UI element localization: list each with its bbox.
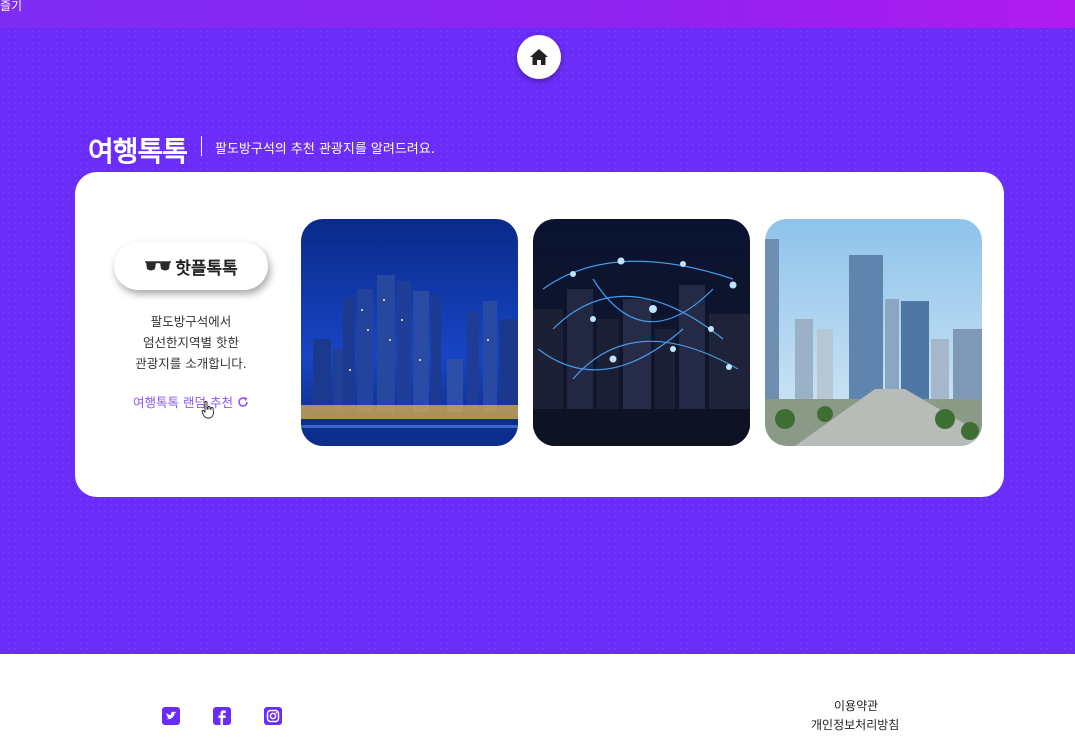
refresh-icon [238,396,248,407]
title-divider [201,136,202,156]
privacy-policy-link[interactable]: 개인정보처리방침 [811,716,899,733]
description-line: 팔도방구석에서 [150,314,232,329]
description-line: 관광지를 소개합니다. [135,356,247,371]
card-description: 팔도방구석에서 엄선한지역별 핫한 관광지를 소개합니다. [114,311,268,374]
random-recommend-link[interactable]: 여행톡톡 랜덤 추천 [133,392,249,411]
page-title: 여행톡톡 [88,135,188,168]
description-line: 엄선한지역별 핫한 [143,335,239,350]
daytime-city-photo[interactable] [765,219,982,446]
instagram-icon[interactable] [264,707,282,725]
page-subtitle: 팔도방구석의 추천 관광지를 알려드려요. [215,142,435,157]
twitter-icon[interactable] [162,707,180,725]
terms-link[interactable]: 이용약관 [834,697,878,714]
top-bar: 즐기 [0,0,1075,28]
home-icon [530,49,548,65]
hotplace-button-label: 핫플톡톡 [175,258,238,279]
night-city-skyline-photo[interactable] [301,219,518,446]
facebook-icon[interactable] [213,707,231,725]
top-bar-text: 즐기 [0,0,23,13]
hand-cursor-icon [201,401,214,419]
network-city-photo[interactable] [533,219,750,446]
hotplace-button[interactable]: 핫플톡톡 [114,242,268,290]
sunglasses-icon [145,261,172,271]
random-recommend-label: 여행톡톡 랜덤 추천 [133,395,233,410]
home-button[interactable] [517,35,561,79]
